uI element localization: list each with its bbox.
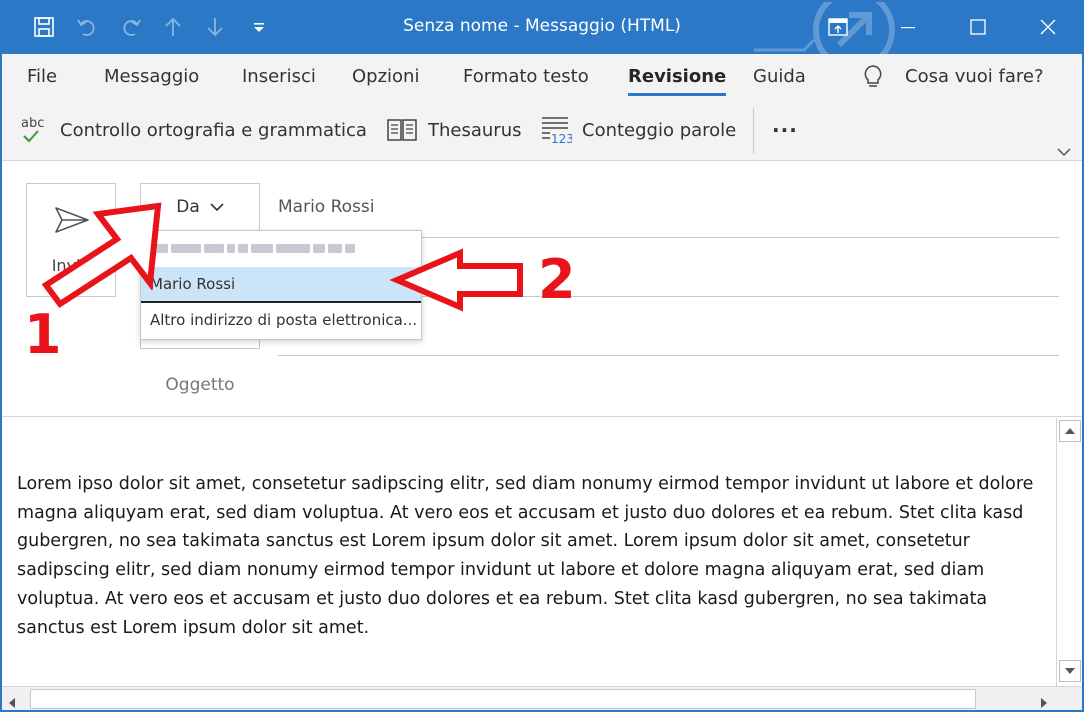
annotation-number-2: 2 [538,248,576,311]
annotation-number-1: 1 [24,303,62,366]
annotation-arrow-2 [389,248,523,312]
annotation-arrow-1 [41,202,162,309]
annotation-arrows [41,202,523,312]
